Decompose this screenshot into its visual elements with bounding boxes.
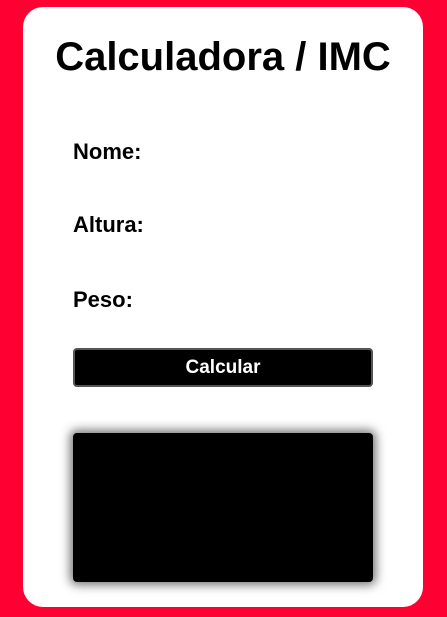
peso-label: Peso: (73, 287, 133, 312)
calculate-button[interactable]: Calcular (73, 348, 373, 387)
result-panel (73, 433, 373, 582)
nome-label: Nome: (73, 139, 142, 164)
altura-label: Altura: (73, 212, 144, 237)
page-title: Calculadora / IMC (55, 35, 391, 79)
calculator-card: Calculadora / IMC Nome: Altura: Peso: Ca… (23, 7, 423, 607)
